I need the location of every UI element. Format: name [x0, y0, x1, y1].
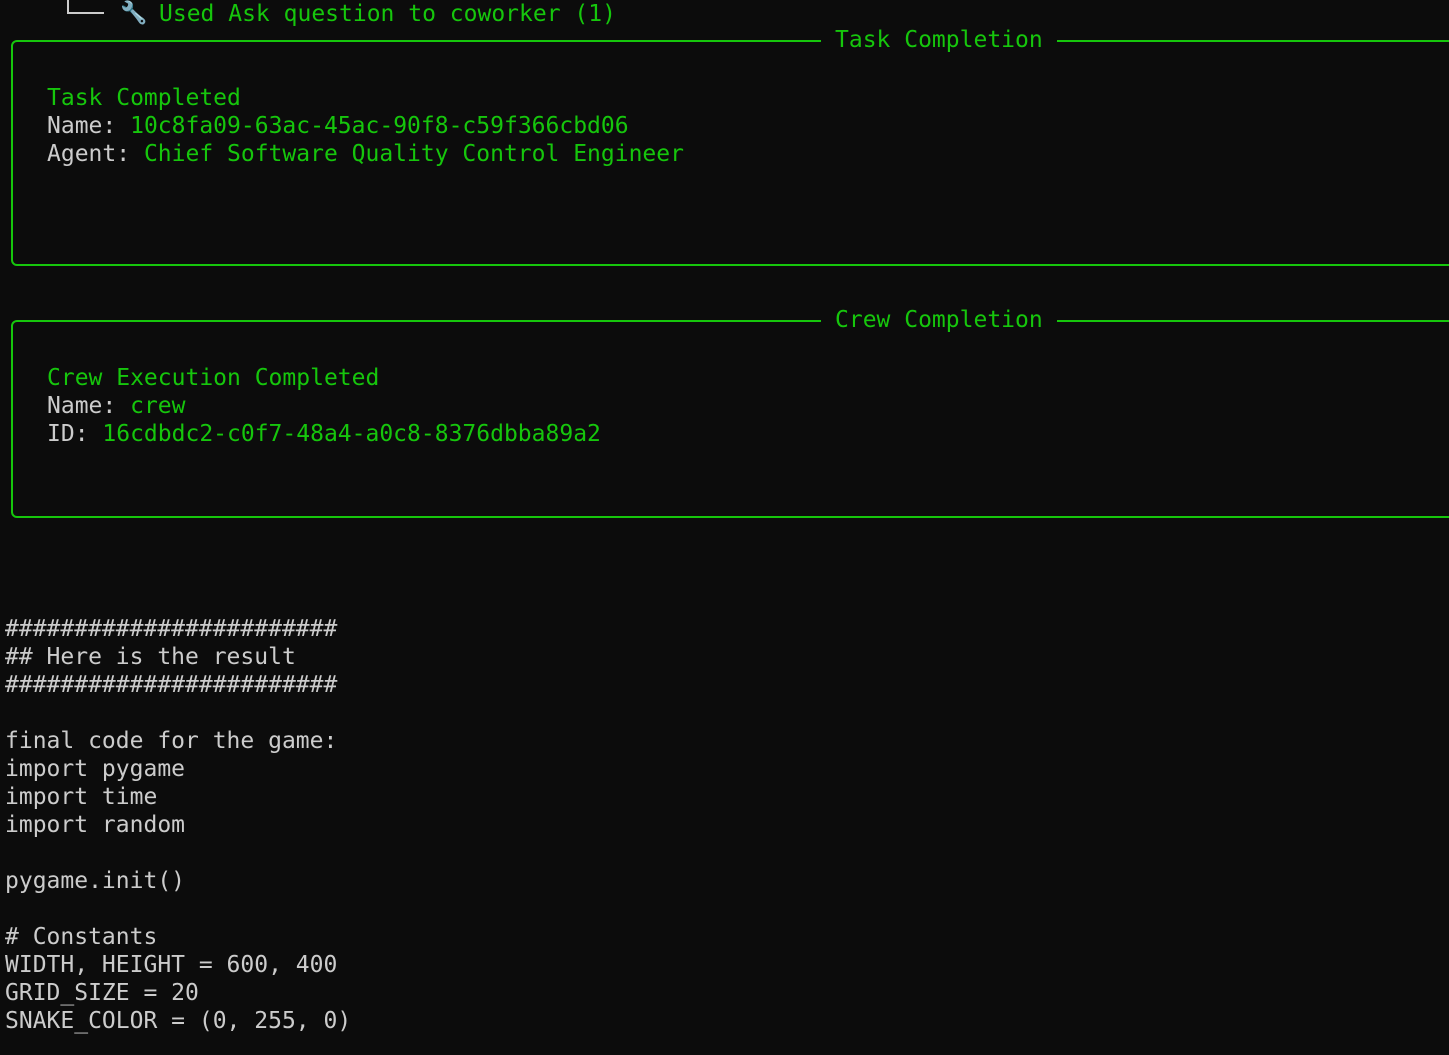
tool-usage-text: Used Ask question to coworker (1)	[159, 1, 616, 27]
crew-name-row: Name: crew	[47, 392, 185, 420]
output-line: import pygame	[5, 756, 186, 782]
crew-id-value: 16cdbdc2-c0f7-48a4-a0c8-8376dbba89a2	[102, 421, 601, 447]
output-line: WIDTH, HEIGHT = 600, 400	[5, 952, 338, 978]
task-completion-title: Task Completion	[821, 26, 1057, 54]
output-line: ## Here is the result	[5, 644, 296, 670]
task-completed-heading: Task Completed	[47, 85, 241, 111]
output-line: ########################	[5, 616, 338, 642]
task-name-value: 10c8fa09-63ac-45ac-90f8-c59f366cbd06	[130, 113, 629, 139]
task-agent-label: Agent:	[47, 141, 144, 167]
crew-completion-panel: Crew Completion Crew Execution Completed…	[11, 306, 1449, 518]
tree-branch-connector	[67, 0, 104, 14]
output-line: import time	[5, 784, 158, 810]
output-line: # Constants	[5, 924, 158, 950]
output-line: final code for the game:	[5, 728, 338, 754]
crew-completed-heading: Crew Execution Completed	[47, 365, 380, 391]
output-line: pygame.init()	[5, 868, 186, 894]
crew-name-value: crew	[130, 393, 186, 419]
task-agent-row: Agent: Chief Software Quality Control En…	[47, 140, 684, 168]
output-line: import random	[5, 812, 186, 838]
crew-id-label: ID:	[47, 421, 103, 447]
tool-usage-row: 🔧 Used Ask question to coworker (1)	[0, 0, 616, 28]
output-line: GRID_SIZE = 20	[5, 980, 199, 1006]
wrench-icon: 🔧	[120, 1, 148, 26]
crew-id-row: ID: 16cdbdc2-c0f7-48a4-a0c8-8376dbba89a2	[47, 420, 601, 448]
output-line: SNAKE_COLOR = (0, 255, 0)	[5, 1008, 352, 1034]
task-agent-value: Chief Software Quality Control Engineer	[143, 141, 684, 167]
task-name-row: Name: 10c8fa09-63ac-45ac-90f8-c59f366cbd…	[47, 112, 629, 140]
task-name-label: Name:	[47, 113, 131, 139]
task-completion-panel: Task Completion Task Completed Name: 10c…	[11, 26, 1449, 266]
crew-completion-title: Crew Completion	[821, 306, 1057, 334]
output-line: ########################	[5, 672, 338, 698]
crew-name-label: Name:	[47, 393, 131, 419]
